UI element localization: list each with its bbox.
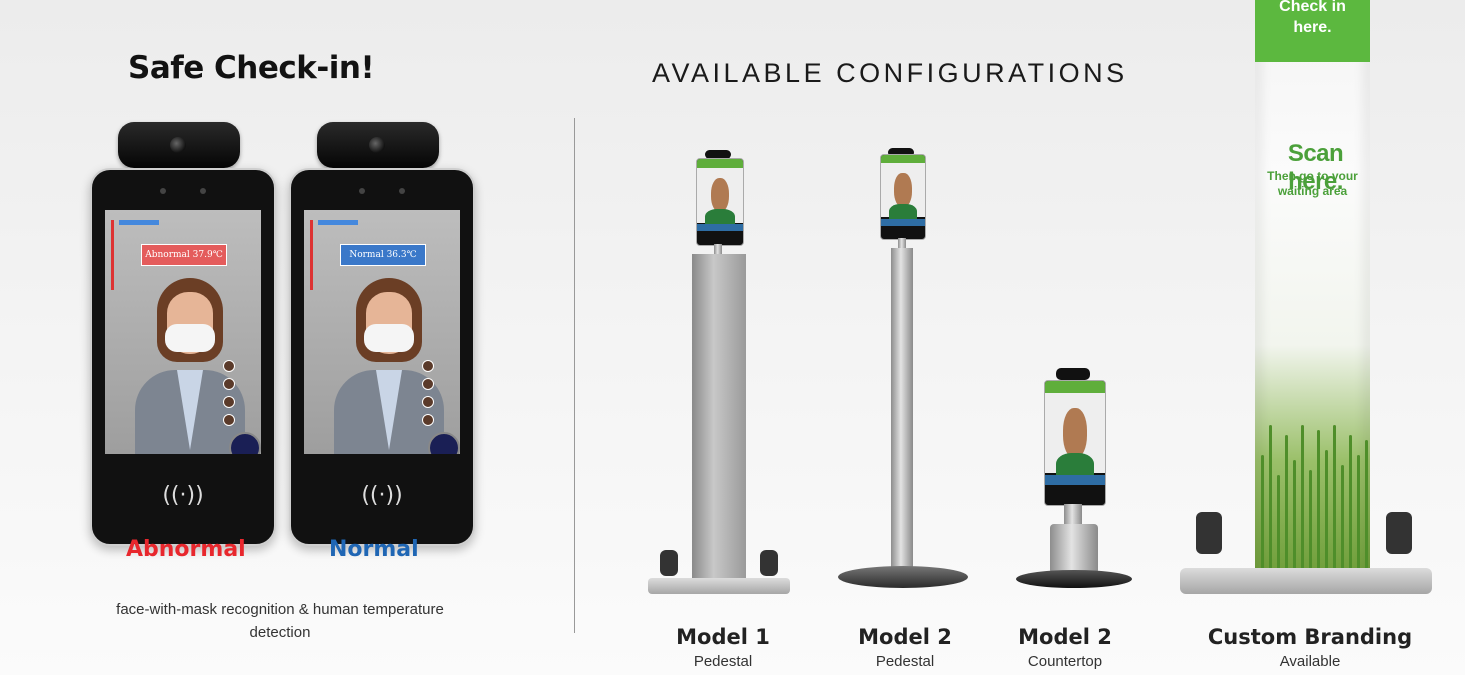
banner-check-line-1: Check in — [1279, 0, 1346, 15]
banner-check-in-text: Check in here. — [1255, 0, 1370, 38]
camera-module — [317, 122, 439, 168]
label-abnormal: Abnormal — [126, 537, 246, 562]
screen-header — [318, 220, 358, 225]
safe-checkin-title: Safe Check-in! — [128, 50, 375, 86]
countertop-cylinder — [1050, 524, 1098, 574]
banner-check-line-2: here. — [1293, 19, 1332, 36]
configurations-title: AVAILABLE CONFIGURATIONS — [652, 58, 1128, 88]
status-badge-icon — [229, 432, 261, 454]
round-base — [838, 566, 968, 588]
face-mask — [364, 324, 414, 352]
model-2-pedestal-sub: Pedestal — [875, 653, 935, 670]
camera-module — [118, 122, 240, 168]
mini-terminal-screen — [1044, 380, 1106, 506]
mini-terminal-screen — [880, 154, 926, 240]
caster-wheel — [1196, 512, 1222, 554]
banner-grass — [1255, 420, 1370, 575]
pedestal-column — [692, 254, 746, 594]
pole — [1064, 504, 1082, 526]
caster-wheel — [1386, 512, 1412, 554]
banner-then-text: Then go to your waiting area — [1260, 169, 1365, 199]
record-icons — [422, 360, 434, 432]
pedestal-pole — [891, 248, 913, 574]
device-normal: Normal 36.3℃ ((·)) — [289, 122, 475, 546]
sensor-dot — [359, 188, 365, 194]
banner-then-line-1: Then go to your — [1267, 169, 1358, 183]
custom-branding-name: Custom Branding — [1207, 625, 1413, 649]
model-2-countertop-sub: Countertop — [1027, 653, 1103, 670]
banner-base-plate — [1180, 568, 1432, 594]
terminal-screen: Normal 36.3℃ — [304, 210, 460, 454]
face-mask — [165, 324, 215, 352]
record-icons — [223, 360, 235, 432]
model-2-countertop-name: Model 2 — [1018, 625, 1112, 649]
terminal-screen: Abnormal 37.9℃ — [105, 210, 261, 454]
caster-wheel — [760, 550, 778, 576]
feature-caption: face-with-mask recognition & human tempe… — [116, 601, 444, 641]
sensor-dot — [399, 188, 405, 194]
banner-then-line-2: waiting area — [1277, 184, 1348, 198]
temperature-tag: Normal 36.3℃ — [340, 244, 426, 266]
mini-terminal-screen — [696, 158, 744, 246]
status-badge-icon — [428, 432, 460, 454]
terminal-body: Normal 36.3℃ ((·)) — [289, 168, 475, 546]
screen-bar — [310, 220, 313, 290]
label-normal: Normal — [329, 537, 419, 562]
panel-divider — [574, 118, 575, 633]
camera-lens — [170, 137, 186, 153]
base-plate — [648, 578, 790, 594]
model-2-pedestal-image — [830, 140, 980, 610]
caster-wheel — [660, 550, 678, 576]
nfc-icon: ((·)) — [162, 483, 204, 508]
sensor-dot — [160, 188, 166, 194]
model-1-name: Model 1 — [676, 625, 770, 649]
temperature-tag: Abnormal 37.9℃ — [141, 244, 227, 266]
screen-header — [119, 220, 159, 225]
model-2-pedestal-name: Model 2 — [858, 625, 952, 649]
mini-camera — [1056, 368, 1090, 380]
custom-branding-sub: Available — [1279, 653, 1341, 670]
model-2-countertop-image — [1008, 362, 1138, 602]
round-base — [1016, 570, 1132, 588]
sensor-dot — [200, 188, 206, 194]
nfc-icon: ((·)) — [361, 483, 403, 508]
camera-lens — [369, 137, 385, 153]
model-1-sub: Pedestal — [693, 653, 753, 670]
model-1-pedestal-image — [640, 140, 810, 610]
terminal-body: Abnormal 37.9℃ ((·)) — [90, 168, 276, 546]
screen-bar — [111, 220, 114, 290]
device-abnormal: Abnormal 37.9℃ ((·)) — [90, 122, 276, 546]
